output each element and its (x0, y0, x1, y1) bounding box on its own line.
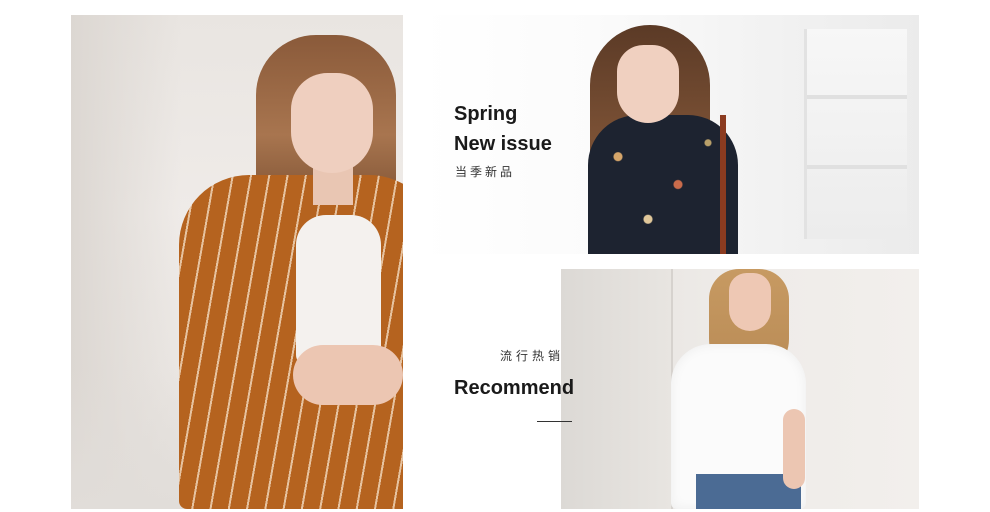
window-bar (807, 95, 907, 99)
spring-heading[interactable]: Spring New issue (454, 99, 552, 159)
floral-blouse (588, 115, 738, 254)
spring-subtitle: 当季新品 (455, 165, 516, 179)
model-face (729, 273, 771, 331)
model-white-tee-photo[interactable] (561, 269, 919, 509)
promo-banner: Spring New issue 当季新品 流行热销 Recommend (0, 0, 990, 512)
bag-strap (720, 115, 726, 254)
model-blazer-photo[interactable] (71, 15, 403, 509)
door (561, 269, 673, 509)
spring-title-line1: Spring (454, 103, 518, 125)
model-face (617, 45, 679, 123)
recommend-underline (537, 421, 572, 422)
window-bar (807, 165, 907, 169)
white-camisole (296, 215, 381, 365)
model-arm (783, 409, 805, 489)
spring-title-line2: New issue (454, 133, 552, 155)
window (804, 29, 907, 239)
recommend-heading[interactable]: Recommend (454, 377, 574, 400)
model-face (291, 73, 373, 173)
model-hands (293, 345, 403, 405)
recommend-subtitle: 流行热销 (500, 349, 565, 363)
